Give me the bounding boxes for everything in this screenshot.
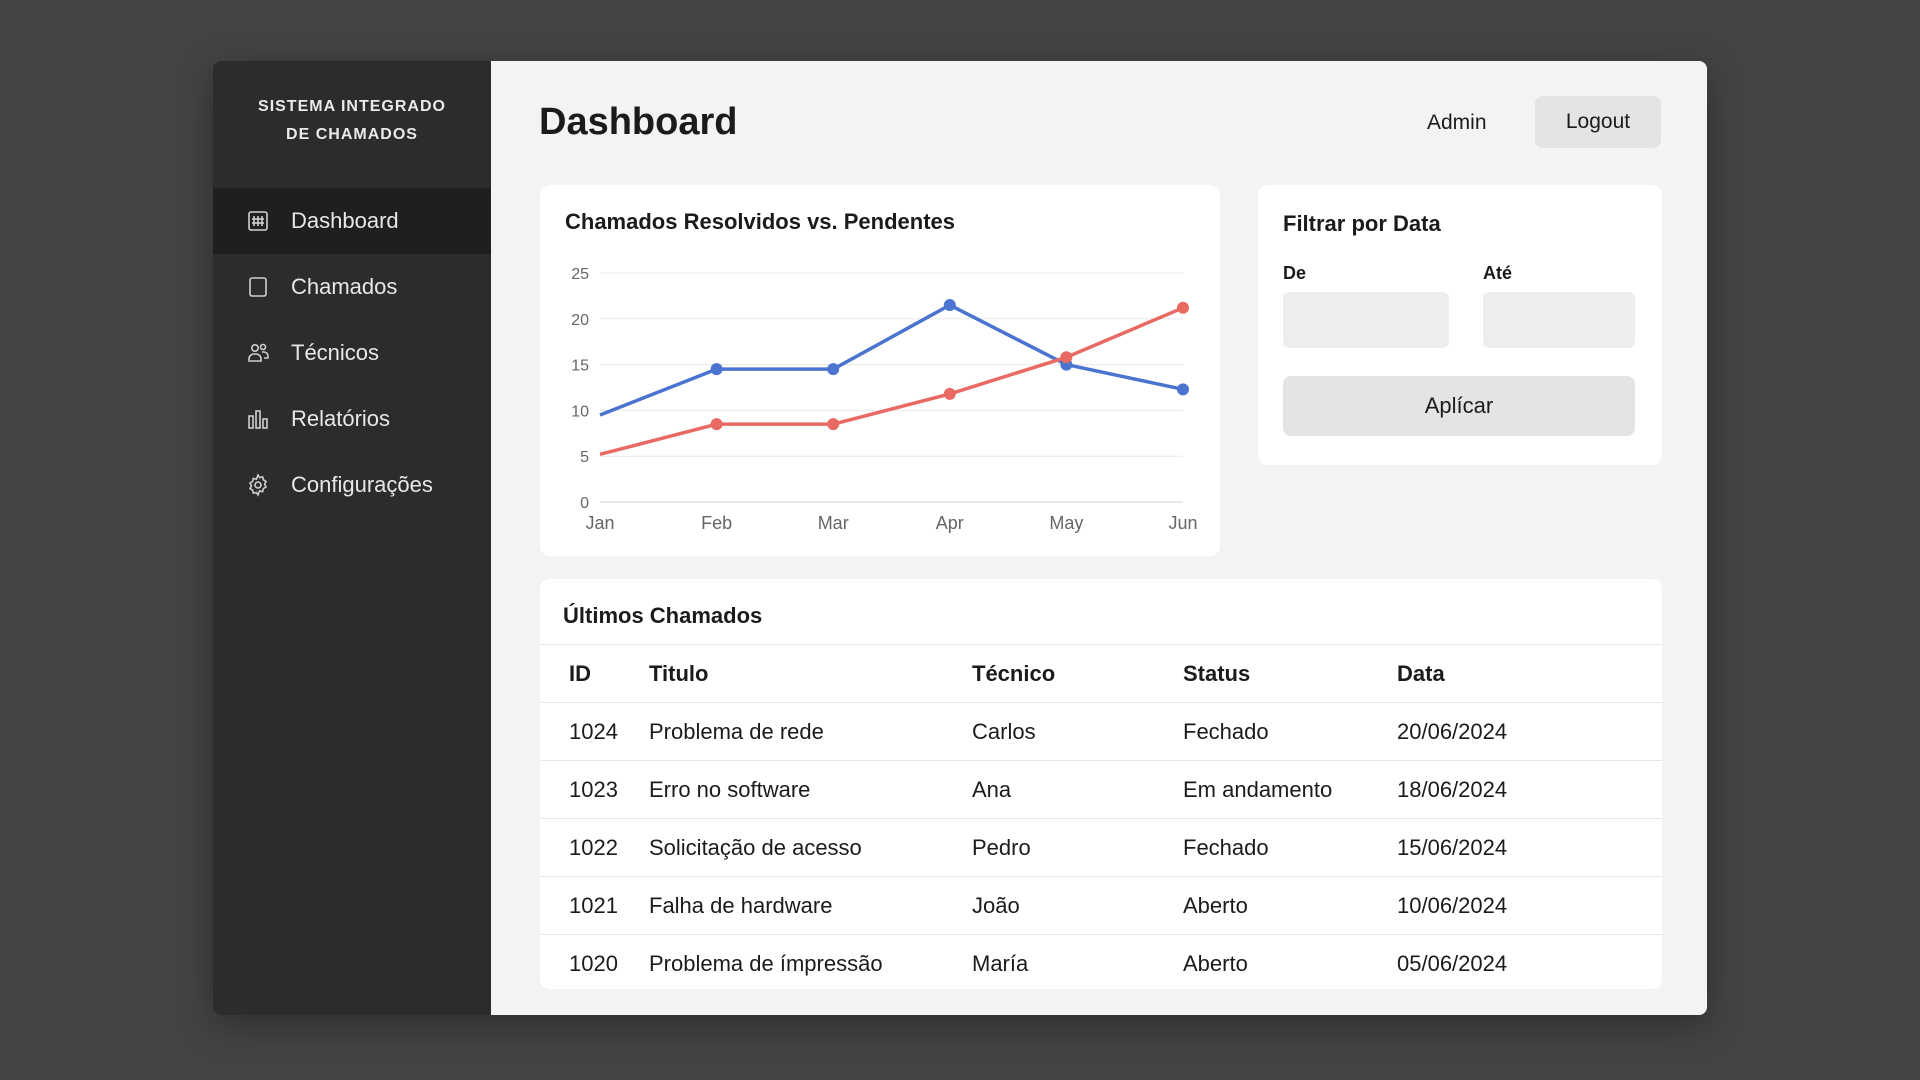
cell-date: 15/06/2024: [1397, 818, 1662, 877]
data-point: [1177, 301, 1189, 314]
column-header-title[interactable]: Titulo: [649, 644, 972, 703]
cell-technician: Carlos: [972, 702, 1183, 761]
y-tick-label: 15: [571, 358, 589, 375]
apply-filter-button[interactable]: Aplícar: [1283, 376, 1635, 436]
data-point: [943, 299, 956, 312]
gear-icon: [245, 472, 271, 498]
from-date-label: De: [1283, 263, 1307, 283]
sidebar-item-label: Configurações: [291, 472, 433, 497]
table-row[interactable]: 1024 Problema de rede Carlos Fechado 20/…: [540, 702, 1662, 761]
page-title: Dashboard: [539, 101, 738, 143]
bar-chart-icon: [245, 406, 271, 432]
x-tick-label: May: [1049, 513, 1083, 533]
column-header-status[interactable]: Status: [1183, 644, 1397, 703]
line-chart: 0 5 10 15 20 25 Jan Feb Mar Apr May Jun: [571, 266, 1197, 533]
cell-title: Erro no software: [649, 760, 972, 819]
sidebar-nav: Dashboard Chamados Técnicos Relatórios C…: [213, 188, 491, 518]
cell-date: 20/06/2024: [1397, 702, 1662, 761]
sidebar-item-dashboard[interactable]: Dashboard: [213, 188, 491, 254]
sidebar-item-configuracoes[interactable]: Configurações: [213, 452, 491, 518]
series-line: [599, 303, 1184, 417]
x-tick-label: Jan: [585, 513, 614, 533]
cell-status: Aberto: [1183, 934, 1397, 992]
cell-title: Problema de ímpressão: [649, 934, 972, 992]
cell-id: 1024: [540, 702, 649, 761]
cell-id: 1023: [540, 760, 649, 819]
app-window: SISTEMA INTEGRADO DE CHAMADOS Dashboard …: [213, 61, 1707, 1015]
y-tick-label: 5: [580, 449, 589, 466]
cell-date: 05/06/2024: [1397, 934, 1662, 992]
document-icon: [245, 274, 271, 300]
data-point: [827, 418, 840, 431]
table-title: Últimos Chamados: [563, 603, 763, 628]
x-tick-label: Mar: [818, 513, 849, 533]
sidebar-item-label: Dashboard: [291, 208, 399, 233]
main-content: Dashboard Admin Logout Chamados Resolvid…: [491, 61, 1707, 1015]
latest-tickets-card: Últimos Chamados ID Titulo Técnico Statu…: [540, 579, 1662, 992]
y-tick-label: 10: [571, 403, 589, 420]
cell-status: Fechado: [1183, 702, 1397, 761]
cell-title: Falha de hardware: [649, 876, 972, 935]
x-tick-label: Apr: [936, 513, 964, 533]
cell-title: Problema de rede: [649, 702, 972, 761]
logout-button[interactable]: Logout: [1535, 96, 1661, 148]
column-header-date[interactable]: Data: [1397, 644, 1662, 703]
x-tick-label: Feb: [701, 513, 732, 533]
data-point: [827, 363, 840, 376]
app-brand: SISTEMA INTEGRADO DE CHAMADOS: [258, 98, 446, 143]
data-point: [1177, 383, 1189, 396]
data-point: [1060, 351, 1073, 364]
data-point: [943, 387, 956, 400]
y-tick-label: 25: [571, 266, 589, 283]
y-tick-label: 0: [580, 495, 589, 512]
sidebar-item-chamados[interactable]: Chamados: [213, 254, 491, 320]
cell-date: 18/06/2024: [1397, 760, 1662, 819]
to-date-input[interactable]: [1483, 292, 1635, 348]
cell-technician: María: [972, 934, 1183, 992]
table-row[interactable]: 1020 Problema de ímpressão María Aberto …: [540, 934, 1662, 992]
sidebar-item-relatorios[interactable]: Relatórios: [213, 386, 491, 452]
cell-technician: João: [972, 876, 1183, 935]
cell-status: Fechado: [1183, 818, 1397, 877]
sidebar-item-tecnicos[interactable]: Técnicos: [213, 320, 491, 386]
cell-date: 10/06/2024: [1397, 876, 1662, 935]
tickets-table: ID Titulo Técnico Status Data 1024 Probl…: [540, 644, 1662, 992]
dashboard-icon: [245, 208, 271, 234]
cell-status: Aberto: [1183, 876, 1397, 935]
sidebar-item-label: Relatórios: [291, 406, 391, 431]
filter-title: Filtrar por Data: [1283, 211, 1441, 236]
y-tick-label: 20: [571, 312, 589, 329]
sidebar: SISTEMA INTEGRADO DE CHAMADOS Dashboard …: [213, 61, 491, 1015]
table-row[interactable]: 1021 Falha de hardware João Aberto 10/06…: [540, 876, 1662, 935]
sidebar-item-label: Técnicos: [291, 340, 380, 365]
cell-id: 1022: [540, 818, 649, 877]
cell-id: 1020: [540, 934, 649, 992]
cell-title: Solicitação de acesso: [649, 818, 972, 877]
cell-technician: Ana: [972, 760, 1183, 819]
cell-technician: Pedro: [972, 818, 1183, 877]
chart-card: Chamados Resolvidos vs. Pendentes 0 5 10 15…: [540, 185, 1220, 556]
from-date-input[interactable]: [1283, 292, 1449, 348]
users-icon: [245, 340, 271, 366]
to-date-label: Até: [1483, 263, 1513, 283]
filter-card: Filtrar por Data De Até Aplícar: [1258, 185, 1662, 465]
column-header-id[interactable]: ID: [540, 644, 649, 703]
x-tick-label: Jun: [1168, 513, 1197, 533]
user-name[interactable]: Admin: [1427, 111, 1487, 135]
cell-status: Em andamento: [1183, 760, 1397, 819]
table-row[interactable]: 1023 Erro no software Ana Em andamento 1…: [540, 760, 1662, 819]
table-header-row: ID Titulo Técnico Status Data: [540, 644, 1662, 703]
data-point: [710, 418, 723, 431]
column-header-technician[interactable]: Técnico: [972, 644, 1183, 703]
table-row[interactable]: 1022 Solicitação de acesso Pedro Fechado…: [540, 818, 1662, 877]
sidebar-item-label: Chamados: [291, 274, 398, 299]
cell-id: 1021: [540, 876, 649, 935]
data-point: [710, 363, 723, 376]
